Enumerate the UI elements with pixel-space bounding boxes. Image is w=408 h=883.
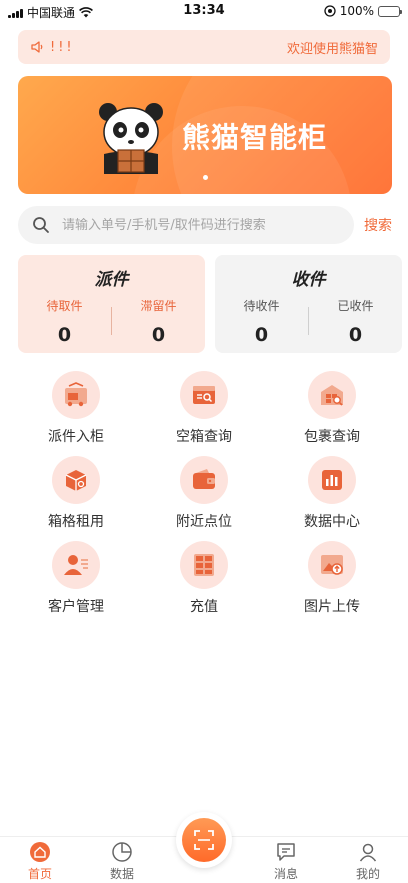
battery-icon xyxy=(378,5,402,17)
grid-item-nearby-points[interactable]: 附近点位 xyxy=(144,456,264,531)
grid-label: 数据中心 xyxy=(304,514,360,530)
tab-mine-label: 我的 xyxy=(355,867,380,881)
receive-card[interactable]: 收件 待收件 0 已收件 0 xyxy=(215,255,402,353)
image-upload-icon xyxy=(308,541,356,589)
banner-carousel[interactable]: 熊猫智能柜 xyxy=(18,76,392,194)
home-icon xyxy=(30,842,50,862)
grid-item-empty-box-query[interactable]: 空箱查询 xyxy=(144,371,264,446)
wallet-location-icon xyxy=(180,456,228,504)
tab-messages[interactable]: 消息 xyxy=(256,841,316,882)
tab-home[interactable]: 首页 xyxy=(10,841,70,882)
grid-item-package-query[interactable]: 包裹查询 xyxy=(272,371,392,446)
pie-chart-icon xyxy=(112,842,132,862)
package-search-icon xyxy=(308,371,356,419)
dispatch-card[interactable]: 派件 待取件 0 滞留件 0 xyxy=(18,255,205,353)
grid-item-dispatch-in[interactable]: 派件入柜 xyxy=(16,371,136,446)
customer-icon xyxy=(52,541,100,589)
box-search-icon xyxy=(180,371,228,419)
panda-logo-icon xyxy=(99,103,163,174)
received-label: 已收件 xyxy=(337,299,374,313)
tab-data-label: 数据 xyxy=(109,867,134,881)
received-count: 0 xyxy=(348,324,363,346)
search-icon xyxy=(33,217,49,233)
notice-mark: !!! xyxy=(50,39,75,55)
search-box[interactable] xyxy=(18,206,354,244)
grid-label: 箱格租用 xyxy=(48,514,104,530)
grid-item-image-upload[interactable]: 图片上传 xyxy=(272,541,392,616)
message-icon xyxy=(277,843,295,861)
search-button[interactable]: 搜索 xyxy=(364,215,392,235)
pending-pickup-count: 0 xyxy=(57,324,72,346)
battery-percent: 100% xyxy=(339,4,374,18)
grid-label: 空箱查询 xyxy=(176,429,232,445)
to-receive-count: 0 xyxy=(254,324,269,346)
grid-item-recharge[interactable]: 充值 xyxy=(144,541,264,616)
user-icon xyxy=(359,843,377,862)
pending-pickup-label: 待取件 xyxy=(46,299,83,313)
pending-pickup-stat[interactable]: 待取件 0 xyxy=(18,297,111,346)
tab-data[interactable]: 数据 xyxy=(92,841,152,882)
box-rent-icon xyxy=(52,456,100,504)
overdue-count: 0 xyxy=(151,324,166,346)
grid-label: 包裹查询 xyxy=(304,429,360,445)
grid-label: 图片上传 xyxy=(304,599,360,615)
overdue-stat[interactable]: 滞留件 0 xyxy=(112,297,205,346)
received-stat[interactable]: 已收件 0 xyxy=(309,297,402,346)
scan-button[interactable] xyxy=(176,812,232,868)
notice-bar[interactable]: !!! 欢迎使用熊猫智 xyxy=(18,30,390,64)
grid-label: 客户管理 xyxy=(48,599,104,615)
grid-label: 附近点位 xyxy=(176,514,232,530)
search-input[interactable] xyxy=(62,217,342,233)
tab-messages-label: 消息 xyxy=(273,867,298,881)
tab-home-label: 首页 xyxy=(27,867,52,881)
grid-label: 充值 xyxy=(190,599,218,615)
bar-chart-icon xyxy=(308,456,356,504)
carousel-dots xyxy=(18,165,392,184)
dispatch-title: 派件 xyxy=(94,270,129,290)
status-right: 100% xyxy=(324,4,402,18)
to-receive-stat[interactable]: 待收件 0 xyxy=(215,297,308,346)
to-receive-label: 待收件 xyxy=(243,299,280,313)
overdue-label: 滞留件 xyxy=(140,299,177,313)
grid-item-customer-mgmt[interactable]: 客户管理 xyxy=(16,541,136,616)
speaker-icon xyxy=(31,41,43,53)
carousel-dot[interactable] xyxy=(202,175,208,180)
banner-title: 熊猫智能柜 xyxy=(182,121,328,154)
location-lock-icon xyxy=(324,5,336,17)
notice-text: 欢迎使用熊猫智 xyxy=(286,41,378,57)
receive-title: 收件 xyxy=(291,270,326,290)
grid-label: 派件入柜 xyxy=(48,429,104,445)
recharge-grid-icon xyxy=(180,541,228,589)
scan-icon xyxy=(182,818,226,862)
grid-item-data-center[interactable]: 数据中心 xyxy=(272,456,392,531)
tab-mine[interactable]: 我的 xyxy=(338,841,398,882)
status-bar: 中国联通 13:34 100% xyxy=(0,0,408,22)
grid-item-box-rent[interactable]: 箱格租用 xyxy=(16,456,136,531)
truck-cabinet-icon xyxy=(52,371,100,419)
